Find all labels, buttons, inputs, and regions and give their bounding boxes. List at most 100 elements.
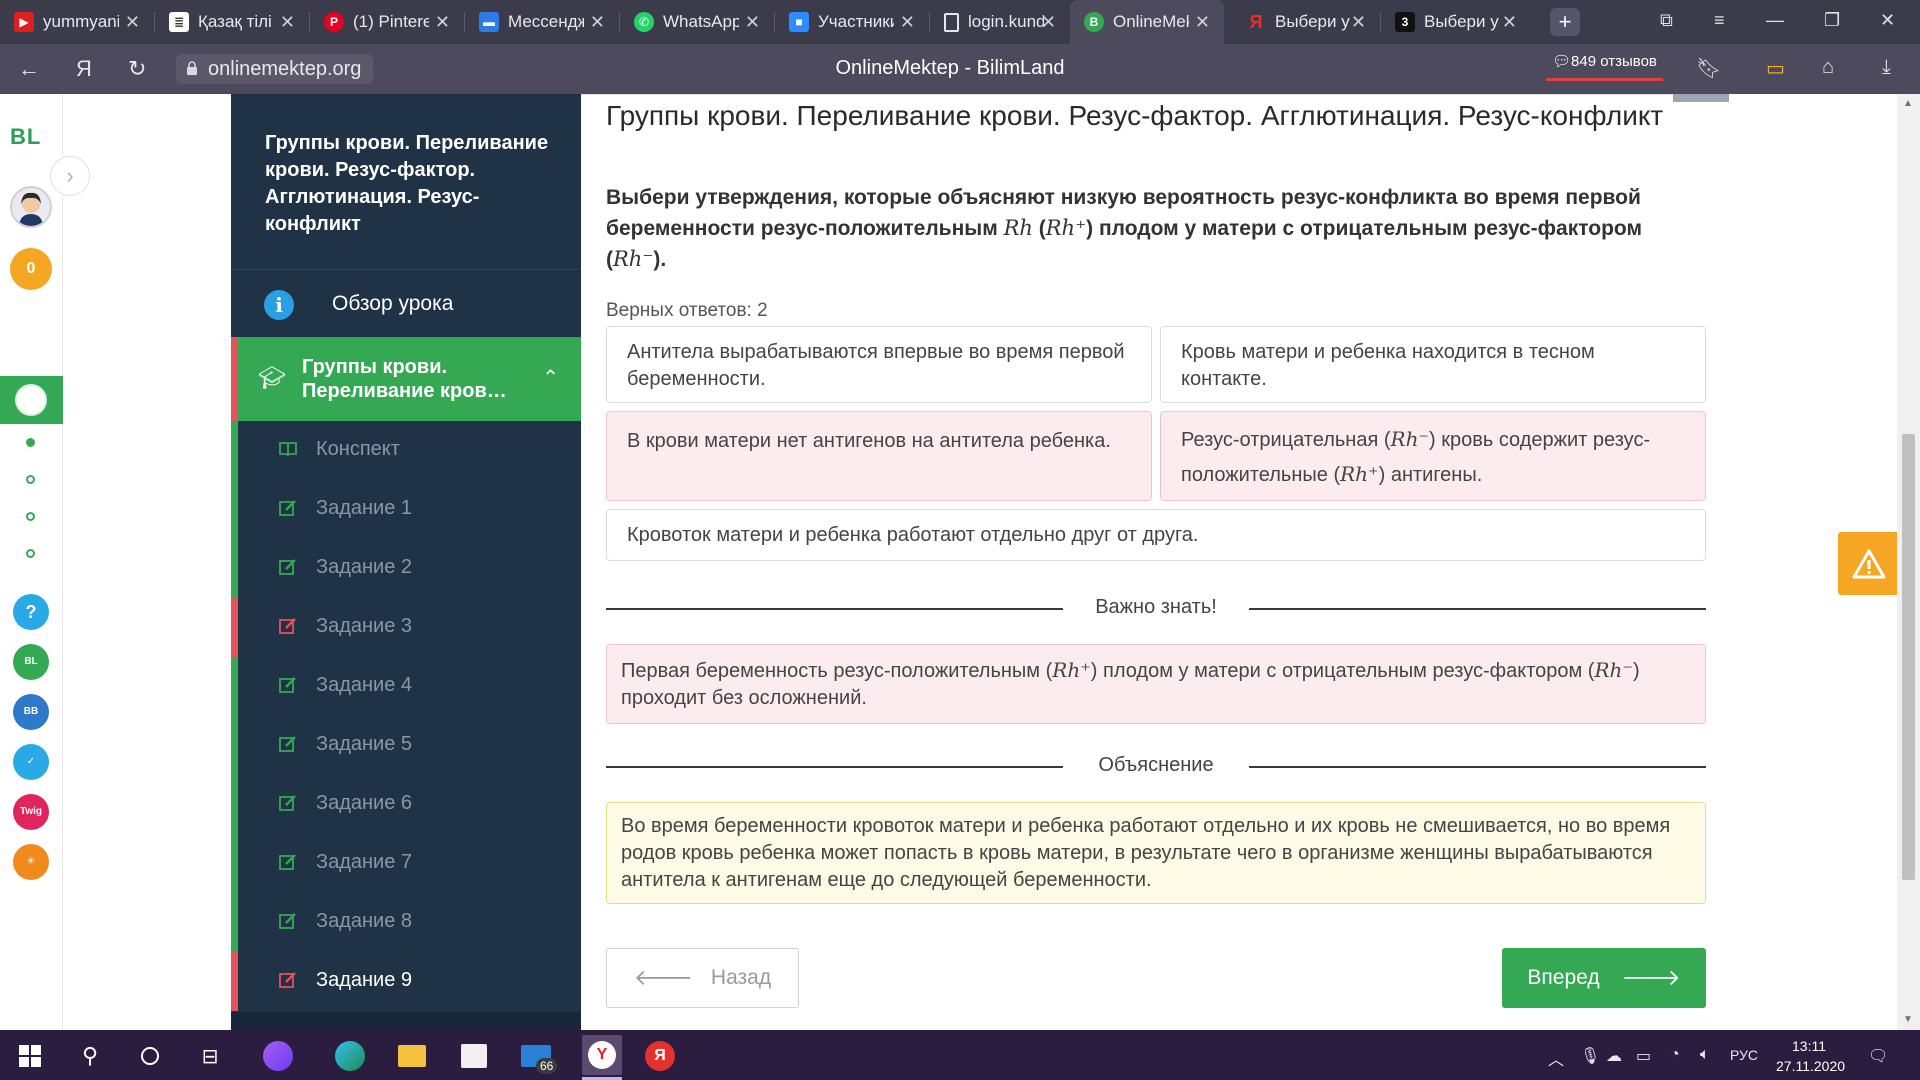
bilimland-logo[interactable]: BL [10,124,41,150]
tabs-overview-icon[interactable]: ⧉ [1660,10,1673,31]
battery-icon[interactable]: ▭ [1636,1046,1651,1066]
chevron-up-icon[interactable]: ︿ [1548,1046,1564,1070]
help-icon[interactable]: ? [13,594,49,630]
lesson-sidebar: Группы крови. Переливание крови. Резус-ф… [231,94,581,1030]
nav-item-task-1[interactable]: Задание 1 [231,480,581,539]
zoom-video-icon: ■ [789,12,809,32]
battery-saver-icon[interactable]: ▭ [1766,56,1785,81]
answer-option-wrong[interactable]: В крови матери нет антигенов на антитела… [606,411,1152,501]
task-view-icon[interactable]: ⊟ [194,1040,226,1072]
search-icon[interactable]: ⚲ [74,1040,106,1072]
answer-option-wrong[interactable]: Резус-отрицательная (Rh⁻) кровь содержит… [1160,411,1706,501]
progress-dot [26,438,35,447]
browser-tab-kazakh[interactable]: ≣ Қазақ тілі ✕ [155,0,309,44]
expand-sidebar-button[interactable]: › [50,156,90,196]
browser-tab-yandex-2[interactable]: 3 Выбери у ✕ [1381,0,1531,44]
yandex-browser-icon[interactable]: Y [582,1035,622,1075]
tab-close-icon[interactable]: ✕ [900,12,915,33]
browser-tab-zoom[interactable]: ■ Участники ✕ [775,0,929,44]
tab-close-icon[interactable]: ✕ [1041,12,1056,33]
tab-close-icon[interactable]: ✕ [1502,12,1517,33]
browser-tab-yummyanime[interactable]: ▶ yummyani ✕ [0,0,154,44]
menu-icon[interactable]: ≡ [1714,10,1725,31]
file-explorer-icon[interactable] [396,1040,428,1072]
tab-close-icon[interactable]: ✕ [590,12,605,33]
explanation-text: Во время беременности кровоток матери и … [606,802,1706,904]
nav-item-task-9[interactable]: Задание 9 [231,952,581,1011]
tab-close-icon[interactable]: ✕ [745,12,760,33]
lesson-section-header[interactable]: 🎓︎ Группы крови. Переливание кров… ⌃ [231,337,581,421]
section-label: Группы крови. Переливание кров… [302,356,507,402]
browser-tab-onlinemektep[interactable]: B OnlineMektep ✕ [1070,0,1224,44]
tab-close-icon[interactable]: ✕ [280,12,295,33]
scroll-down-icon[interactable]: ▼ [1903,1014,1913,1025]
page-scrollbar[interactable]: ▲ ▼ [1897,94,1920,1030]
browser-tab-pinterest[interactable]: P (1) Pinterest ✕ [310,0,464,44]
answer-option[interactable]: Кровь матери и ребенка находится в тесно… [1160,326,1706,403]
progress-dot [26,512,35,521]
nav-item-task-5[interactable]: Задание 5 [231,716,581,775]
lesson-title: Группы крови. Переливание крови. Резус-ф… [265,132,549,235]
tab-close-icon[interactable]: ✕ [435,12,450,33]
restore-icon[interactable]: ❐ [1824,10,1840,31]
nav-item-task-8[interactable]: Задание 8 [231,893,581,952]
mail-icon[interactable]: 66 [520,1040,558,1074]
forward-button[interactable]: Вперед 🡒︎ [1502,948,1706,1008]
tab-label: (1) Pinterest [353,12,429,31]
bilimbook-app-icon[interactable]: BB [13,694,49,730]
bookmark-icon[interactable]: 🔖︎ [1696,56,1721,81]
microphone-icon[interactable]: 🎙︎ [1580,1046,1600,1066]
windows-start-icon[interactable] [14,1040,46,1072]
collections-icon[interactable]: ⌂ [1822,56,1834,79]
top-divider [581,94,1729,95]
twig-app-icon[interactable]: Twig [13,794,49,830]
nav-item-task-7[interactable]: Задание 7 [231,834,581,893]
bilimland-app-icon[interactable]: BL [13,644,49,680]
reviews-button[interactable]: 💬︎849 отзывов [1546,53,1663,81]
divider-line [606,608,1063,610]
tab-close-icon[interactable]: ✕ [1351,12,1366,33]
store-icon[interactable] [458,1040,490,1072]
lesson-overview-item[interactable]: i Обзор урока [231,269,581,337]
scroll-up-icon[interactable]: ▲ [1903,98,1913,109]
browser-tab-kundelik[interactable]: login.kundelik ✕ [930,0,1070,44]
onlinemektep-rail-item[interactable] [0,376,63,424]
answer-option[interactable]: Антитела вырабатываются впервые во время… [606,326,1152,403]
nav-label: Задание 4 [316,674,413,696]
edit-icon [279,559,296,575]
coins-counter[interactable]: 0 [10,248,52,290]
edit-icon [279,795,296,811]
alice-icon[interactable] [262,1040,294,1072]
new-tab-button[interactable]: + [1550,8,1580,36]
downloads-icon[interactable]: ⤓ [1882,56,1891,79]
itest-app-icon[interactable]: ✓ [13,744,49,780]
avatar[interactable] [10,186,52,228]
language-indicator[interactable]: РУС [1730,1047,1758,1063]
report-problem-button[interactable] [1838,532,1900,595]
edge-icon[interactable] [334,1040,366,1072]
nav-item-task-4[interactable]: Задание 4 [231,657,581,716]
browser-tab-whatsapp[interactable]: ✆ WhatsApp ✕ [620,0,774,44]
explanation-title: Объяснение [1098,754,1214,776]
wifi-icon[interactable]: ◔ [1670,1046,1680,1064]
nav-item-task-2[interactable]: Задание 2 [231,539,581,598]
close-window-icon[interactable]: ✕ [1880,10,1895,31]
minimize-icon[interactable]: — [1766,10,1784,31]
nav-item-task-6[interactable]: Задание 6 [231,775,581,834]
nav-item-summary[interactable]: Конспект [231,421,581,480]
notifications-icon[interactable]: 🗨︎ [1868,1046,1888,1066]
yandex-app-icon[interactable]: Я [644,1040,676,1072]
tab-close-icon[interactable]: ✕ [125,12,140,33]
volume-icon[interactable]: 🔈︎ [1700,1046,1710,1064]
clock[interactable]: 13:11 27.11.2020 [1776,1036,1845,1076]
mektep-app-icon[interactable]: ☀ [13,844,49,880]
tab-close-icon[interactable]: ✕ [1195,12,1210,33]
cortana-icon[interactable] [134,1040,166,1072]
cloud-icon[interactable]: ☁ [1606,1046,1622,1066]
browser-tab-messenger[interactable]: ▬ Мессенджер ✕ [465,0,619,44]
scrollbar-thumb[interactable] [1902,434,1915,880]
back-button[interactable]: 🡐︎ Назад [606,948,799,1008]
nav-item-task-3[interactable]: Задание 3 [231,598,581,657]
answer-option[interactable]: Кровоток матери и ребенка работают отдел… [606,509,1706,561]
browser-tab-yandex-1[interactable]: Я Выбери у ✕ [1232,0,1380,44]
